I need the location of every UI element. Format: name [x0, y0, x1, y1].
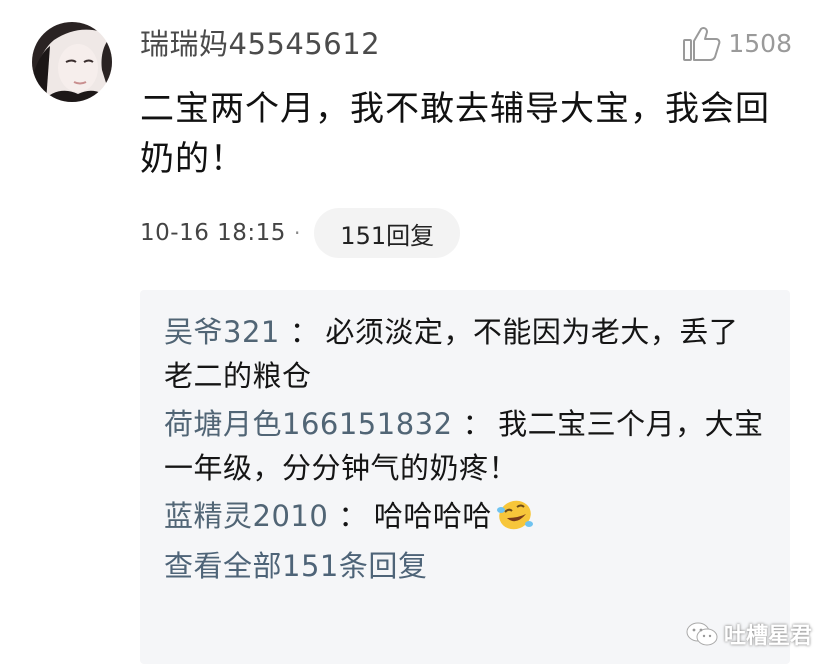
comment-card: 瑞瑞妈45545612 1508 二宝两个月，我不敢去辅导大宝，我会回奶的！ 1…: [0, 0, 832, 670]
reply-item: 荷塘月色166151832：我二宝三个月，大宝一年级，分分钟气的奶疼！: [164, 402, 766, 490]
comment-content: 二宝两个月，我不敢去辅导大宝，我会回奶的！: [140, 89, 770, 179]
like-button[interactable]: 1508: [682, 24, 792, 64]
reply-text: 哈哈哈哈: [373, 499, 492, 533]
reply-separator: ：: [462, 407, 493, 441]
avatar-image: [32, 22, 112, 102]
reply-item: 吴爷321：必须淡定，不能因为老大，丢了老二的粮仓: [164, 310, 766, 398]
laughing-tears-emoji-icon: [496, 498, 534, 532]
replies-panel: 吴爷321：必须淡定，不能因为老大，丢了老二的粮仓 荷塘月色166151832：…: [140, 290, 790, 664]
comment-timestamp: 10-16 18:15: [140, 220, 286, 246]
reply-item: 蓝精灵2010 ：哈哈哈哈: [164, 494, 766, 538]
comment-meta: 10-16 18:15 · 151回复: [140, 208, 461, 258]
reply-separator: ：: [338, 499, 368, 533]
reply-author[interactable]: 荷塘月色166151832: [164, 407, 453, 441]
watermark: 吐槽星君: [686, 618, 812, 650]
reply-author[interactable]: 吴爷321: [164, 315, 280, 349]
comment-username[interactable]: 瑞瑞妈45545612: [140, 24, 380, 64]
wechat-icon: [686, 622, 718, 646]
reply-separator: ：: [289, 315, 320, 349]
reply-author[interactable]: 蓝精灵2010: [164, 499, 328, 533]
avatar[interactable]: [32, 22, 112, 102]
view-all-replies-link[interactable]: 查看全部151条回复: [164, 544, 766, 588]
like-count: 1508: [728, 29, 792, 58]
thumbs-up-icon[interactable]: [682, 26, 722, 62]
reply-count-button[interactable]: 151回复: [314, 208, 461, 258]
meta-separator: ·: [293, 221, 301, 245]
watermark-text: 吐槽星君: [723, 624, 812, 649]
